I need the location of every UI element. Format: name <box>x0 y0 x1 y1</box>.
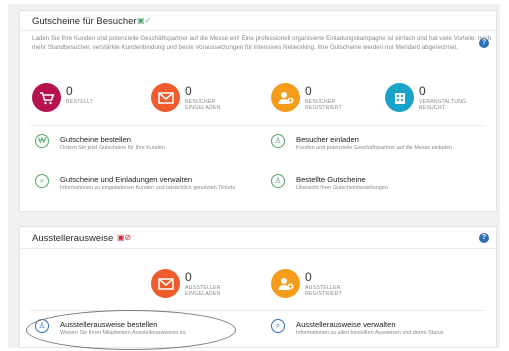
stat-label: VERANSTALTUNG BESUCHT <box>419 99 467 111</box>
order-vouchers-action[interactable]: ₩ Gutscheine bestellen Ordern Sie jetzt … <box>35 134 255 160</box>
stat-label: BESUCHER REGISTRIERT <box>305 99 342 111</box>
divider <box>30 125 486 126</box>
manage-vouchers-action[interactable]: ⌕ Gutscheine und Einladungen verwalten I… <box>35 174 255 200</box>
action-title[interactable]: Ausstellerausweise verwalten <box>296 320 396 329</box>
stat-value: 0 <box>305 270 312 284</box>
action-desc: Kunden und potenzielle Geschäftspartner … <box>296 145 453 151</box>
person-icon: ♙ <box>271 174 285 188</box>
cart-icon <box>32 83 61 112</box>
action-desc: Informationen zu eingeladenen Kunden und… <box>60 185 236 191</box>
stat-value: 0 <box>305 84 312 98</box>
envelope-icon <box>151 83 180 112</box>
user-add-icon: ♙ <box>271 134 285 148</box>
ordered-vouchers-action[interactable]: ♙ Bestellte Gutscheine Übersicht Ihrer G… <box>271 174 491 200</box>
user-plus-icon <box>271 269 300 298</box>
stat-label: AUSSTELLER REGISTRIERT <box>305 285 342 297</box>
card-header: Ausstellerausweise ▣⊘ <box>20 227 496 249</box>
badge-block-icon: ▣⊘ <box>117 233 132 242</box>
stat-value: 0 <box>419 84 426 98</box>
search-icon: ⌕ <box>35 174 49 188</box>
exhibitor-passes-card: Ausstellerausweise ▣⊘ ? 0 AUSSTELLER EIN… <box>19 226 497 348</box>
intro-text: Laden Sie Ihre Kunden und potenzielle Ge… <box>32 35 492 51</box>
invite-visitors-action[interactable]: ♙ Besucher einladen Kunden und potenziel… <box>271 134 491 160</box>
stat-label: BESTELLT <box>66 99 94 105</box>
action-title[interactable]: Besucher einladen <box>296 135 359 144</box>
stat-value: 0 <box>185 270 192 284</box>
user-add-icon: ♙ <box>35 319 49 333</box>
help-icon[interactable]: ? <box>479 233 489 243</box>
action-title[interactable]: Bestellte Gutscheine <box>296 175 366 184</box>
stat-value: 0 <box>185 84 192 98</box>
stat-value: 0 <box>66 84 73 98</box>
action-desc: Weisen Sie Ihren Mitarbeitern Aussteller… <box>60 330 186 336</box>
stat-label: BESUCHER EINGELADEN <box>185 99 221 111</box>
action-desc: Ordern Sie jetzt Gutscheine für Ihre Kun… <box>60 145 165 151</box>
building-icon <box>385 83 414 112</box>
search-icon: ⌕ <box>271 319 285 333</box>
order-exhibitor-passes-action[interactable]: ♙ Ausstellerausweise bestellen Weisen Si… <box>35 319 255 345</box>
user-plus-icon <box>271 83 300 112</box>
card-title: Ausstellerausweise <box>32 233 114 244</box>
action-title[interactable]: Gutscheine und Einladungen verwalten <box>60 175 192 184</box>
divider <box>30 310 486 311</box>
visitor-vouchers-card: Gutscheine für Besucher ▣✓ ? Laden Sie I… <box>19 10 497 212</box>
manage-exhibitor-passes-action[interactable]: ⌕ Ausstellerausweise verwalten Informati… <box>271 319 491 345</box>
voucher-icon: ₩ <box>35 134 49 148</box>
action-desc: Informationen zu allen bestellten Auswei… <box>296 330 444 336</box>
stat-label: AUSSTELLER EINGELADEN <box>185 285 221 297</box>
card-title: Gutscheine für Besucher <box>32 16 137 27</box>
ticket-check-icon: ▣✓ <box>137 16 152 25</box>
action-desc: Übersicht Ihrer Gutscheinbestellungen <box>296 185 388 191</box>
action-title[interactable]: Gutscheine bestellen <box>60 135 131 144</box>
envelope-icon <box>151 269 180 298</box>
action-title[interactable]: Ausstellerausweise bestellen <box>60 320 158 329</box>
card-header: Gutscheine für Besucher ▣✓ <box>20 11 496 31</box>
